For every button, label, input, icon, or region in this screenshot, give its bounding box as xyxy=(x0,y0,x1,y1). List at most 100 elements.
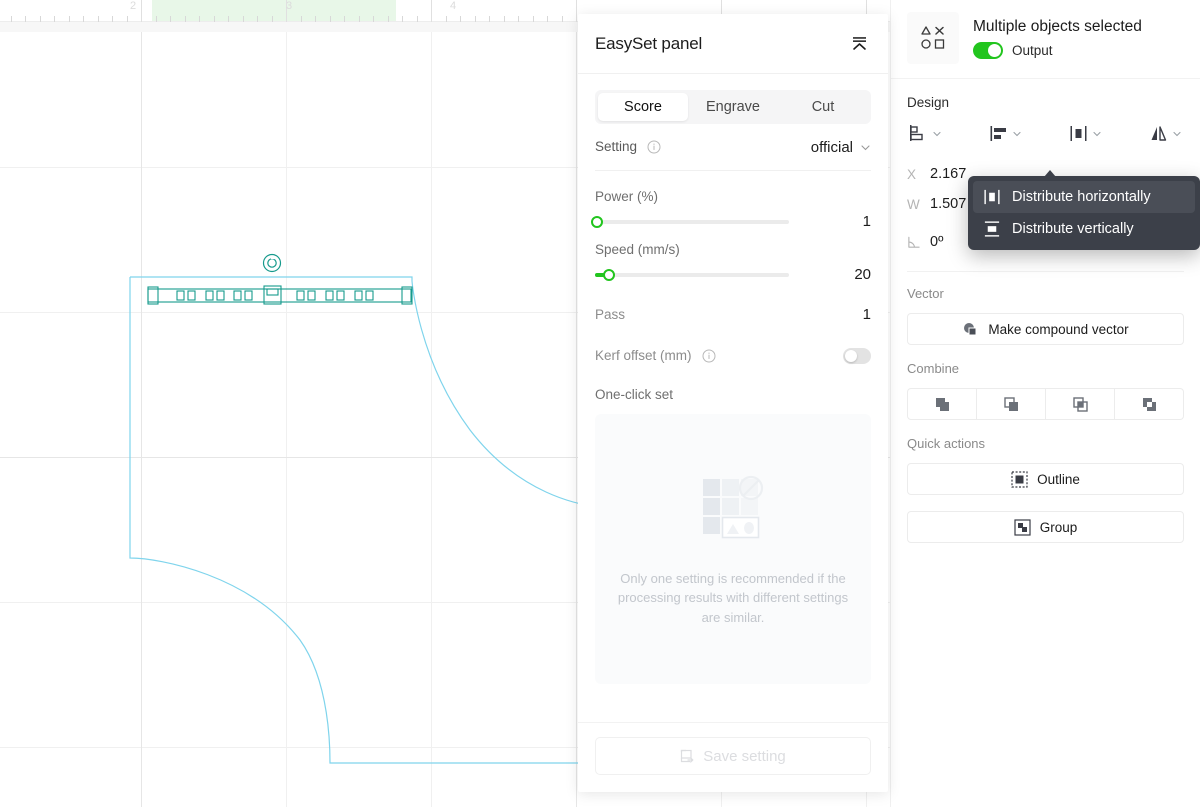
ruler-label: 4 xyxy=(450,0,456,12)
intersect-icon xyxy=(1071,395,1090,414)
subtract-button[interactable] xyxy=(977,388,1046,420)
menu-item-distribute-vertically[interactable]: Distribute vertically xyxy=(973,213,1195,245)
pass-label: Pass xyxy=(595,307,625,322)
ruler-label: 2 xyxy=(130,0,136,12)
menu-item-label: Distribute vertically xyxy=(1012,221,1134,237)
menu-item-distribute-horizontally[interactable]: Distribute horizontally xyxy=(973,181,1195,213)
intersect-button[interactable] xyxy=(1046,388,1115,420)
one-click-empty-state: Only one setting is recommended if the p… xyxy=(595,414,871,684)
align-left-box-icon xyxy=(909,124,928,143)
tab-score[interactable]: Score xyxy=(598,93,688,121)
power-slider[interactable] xyxy=(595,220,789,224)
group-button[interactable]: Group xyxy=(907,511,1184,543)
unite-button[interactable] xyxy=(907,388,977,420)
design-section-label: Design xyxy=(907,95,1184,110)
setting-label-group: Setting xyxy=(595,138,661,156)
distribute-horizontal-icon xyxy=(983,188,1001,206)
kerf-label-group: Kerf offset (mm) xyxy=(595,347,716,365)
align-toolbar xyxy=(907,122,1184,145)
pass-value[interactable]: 1 xyxy=(863,306,871,323)
outline-button[interactable]: Outline xyxy=(907,463,1184,495)
angle-icon xyxy=(907,235,921,250)
ruler-label: 3 xyxy=(286,0,292,12)
easyset-header: EasySet panel xyxy=(578,14,888,74)
selection-info: Multiple objects selected Output xyxy=(973,18,1142,59)
distribute-button[interactable] xyxy=(1067,122,1104,145)
align-left-icon xyxy=(989,124,1008,143)
compound-vector-icon xyxy=(962,321,979,338)
vector-section-label: Vector xyxy=(907,286,1184,301)
make-compound-vector-label: Make compound vector xyxy=(988,322,1128,337)
kerf-toggle[interactable] xyxy=(843,348,871,364)
speed-label: Speed (mm/s) xyxy=(595,242,871,257)
power-value[interactable]: 1 xyxy=(863,213,871,230)
tab-engrave[interactable]: Engrave xyxy=(688,93,778,121)
flip-horizontal-icon xyxy=(1149,124,1168,143)
one-click-label: One-click set xyxy=(595,377,871,414)
kerf-toggle-dot xyxy=(845,350,857,362)
power-label: Power (%) xyxy=(595,189,871,204)
tab-cut[interactable]: Cut xyxy=(778,93,868,121)
easyset-footer: Save setting xyxy=(578,722,888,792)
info-icon[interactable] xyxy=(702,349,716,363)
chevron-down-icon xyxy=(860,142,871,153)
speed-slider-knob[interactable] xyxy=(603,269,615,281)
combine-button-group xyxy=(907,388,1184,420)
power-slider-knob[interactable] xyxy=(591,216,603,228)
exclude-button[interactable] xyxy=(1115,388,1184,420)
speed-slider[interactable] xyxy=(595,273,789,277)
outline-label: Outline xyxy=(1037,472,1080,487)
collapse-panel-icon[interactable] xyxy=(847,32,871,56)
chevron-down-icon xyxy=(1012,129,1022,139)
app-root: 2 3 4 EasySet panel Score Engrave Cut xyxy=(0,0,1200,807)
shape-path-left xyxy=(130,277,620,763)
output-label: Output xyxy=(1012,43,1053,58)
setting-label: Setting xyxy=(595,139,637,154)
output-row: Output xyxy=(973,42,1142,59)
w-label: W xyxy=(907,197,921,212)
align-horizontal-button[interactable] xyxy=(987,122,1024,145)
menu-item-label: Distribute horizontally xyxy=(1012,189,1151,205)
divider xyxy=(907,271,1184,272)
flip-button[interactable] xyxy=(1147,122,1184,145)
subtract-icon xyxy=(1002,395,1021,414)
selection-title: Multiple objects selected xyxy=(973,18,1142,36)
quick-actions-section-label: Quick actions xyxy=(907,436,1184,451)
divider xyxy=(595,170,871,171)
one-click-empty-text: Only one setting is recommended if the p… xyxy=(609,569,857,628)
power-field: Power (%) 1 xyxy=(595,177,871,230)
selection-header: Multiple objects selected Output xyxy=(891,0,1200,79)
unite-icon xyxy=(933,395,952,414)
multiple-objects-icon xyxy=(907,12,959,64)
process-tabs: Score Engrave Cut xyxy=(595,90,871,124)
no-settings-icon xyxy=(693,471,773,543)
output-toggle-dot xyxy=(988,44,1001,57)
distribute-horizontal-icon xyxy=(1069,124,1088,143)
save-setting-button[interactable]: Save setting xyxy=(595,737,871,775)
distribute-vertical-icon xyxy=(983,220,1001,238)
make-compound-vector-button[interactable]: Make compound vector xyxy=(907,313,1184,345)
save-icon xyxy=(680,749,695,764)
save-setting-label: Save setting xyxy=(703,748,786,765)
chevron-down-icon xyxy=(932,129,942,139)
combine-section-label: Combine xyxy=(907,361,1184,376)
info-icon[interactable] xyxy=(647,140,661,154)
speed-value[interactable]: 20 xyxy=(854,266,871,283)
pass-row: Pass 1 xyxy=(595,293,871,335)
output-toggle[interactable] xyxy=(973,42,1003,59)
rotate-icon xyxy=(264,255,281,272)
x-value[interactable]: 2.167 xyxy=(930,166,966,182)
exclude-icon xyxy=(1140,395,1159,414)
w-value[interactable]: 1.507 xyxy=(930,196,966,212)
page-title: EasySet panel xyxy=(595,34,702,54)
chevron-down-icon xyxy=(1092,129,1102,139)
angle-value[interactable]: 0º xyxy=(930,234,943,250)
setting-row: Setting official xyxy=(595,124,871,170)
chevron-down-icon xyxy=(1172,129,1182,139)
align-objects-button[interactable] xyxy=(907,122,944,145)
kerf-label: Kerf offset (mm) xyxy=(595,348,692,363)
easyset-body: Score Engrave Cut Setting off xyxy=(578,74,888,722)
speed-slider-row: 20 xyxy=(595,266,871,283)
setting-value-dropdown[interactable]: official xyxy=(811,139,871,156)
properties-body: Design xyxy=(891,79,1200,543)
